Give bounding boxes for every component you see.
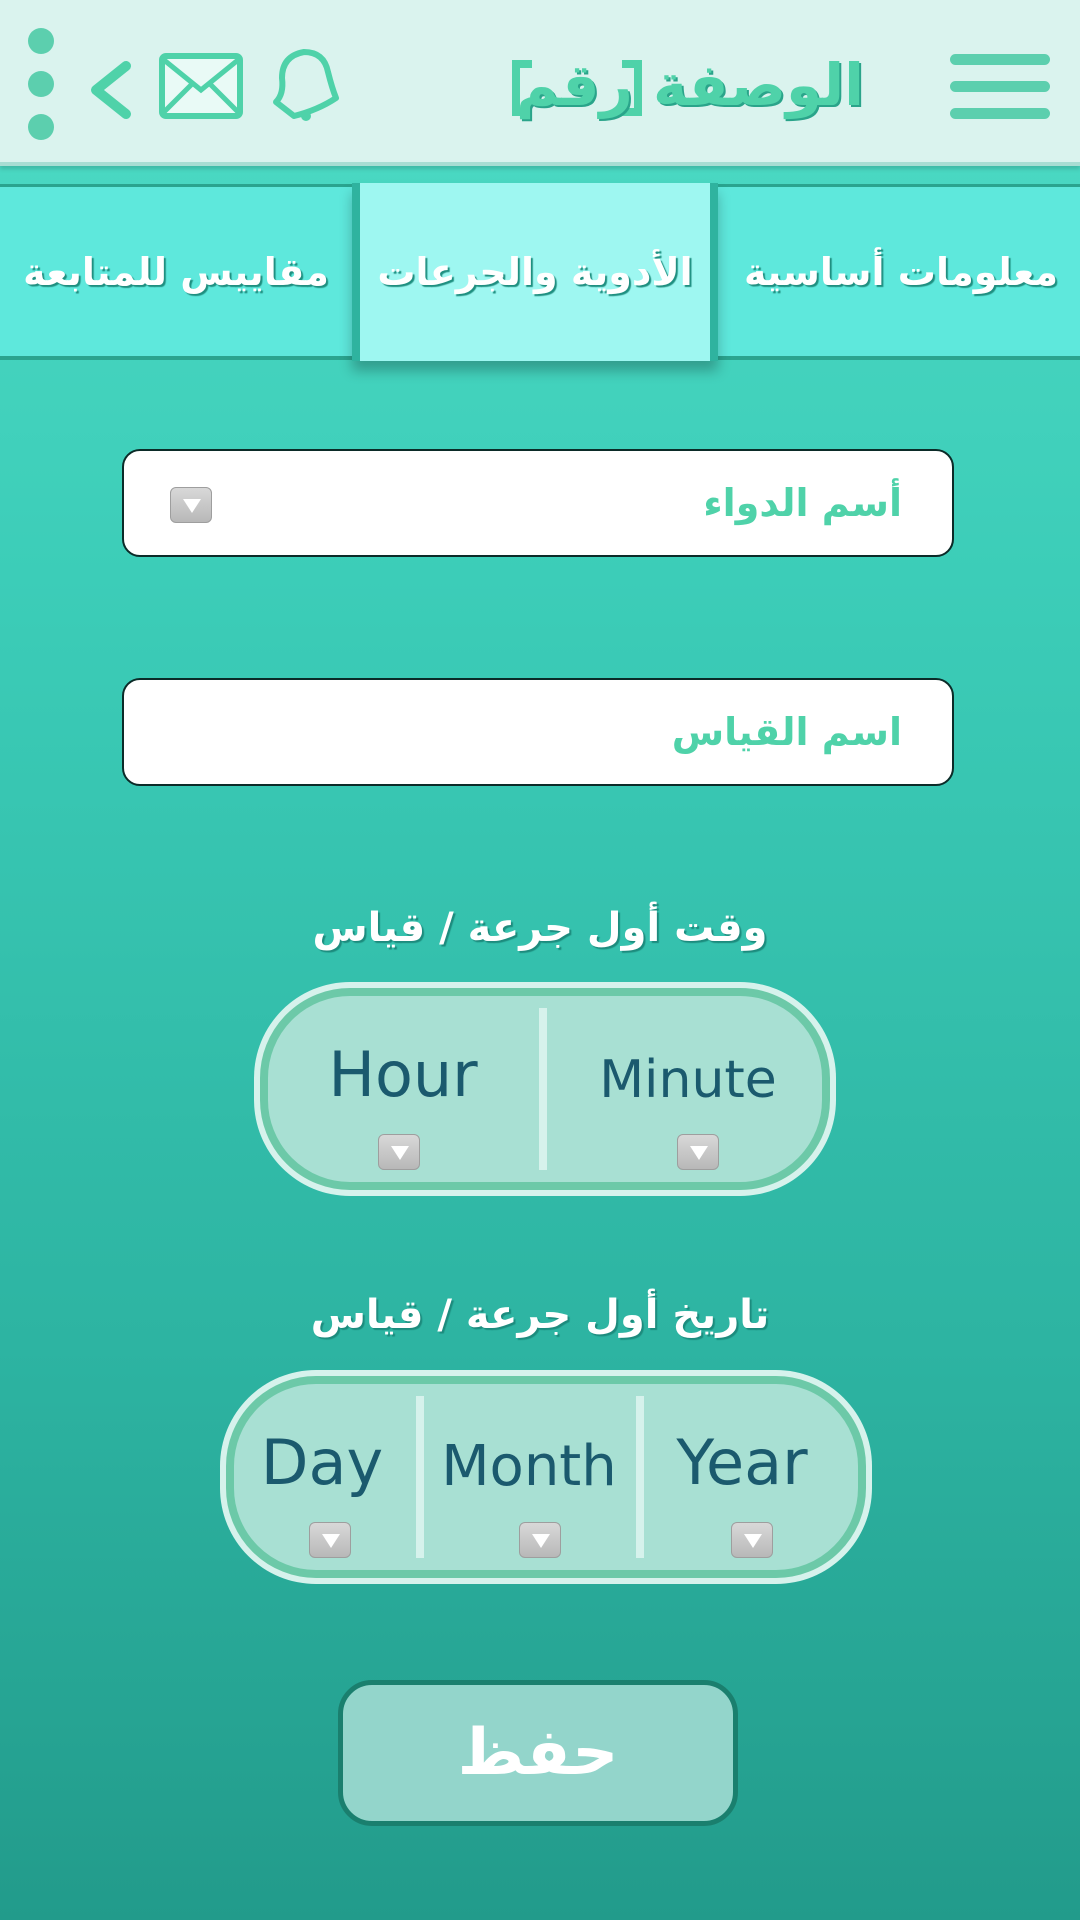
date-picker-divider-2 — [636, 1396, 644, 1558]
save-button[interactable]: حفظ — [338, 1680, 738, 1826]
date-picker: Day Month Year — [226, 1376, 866, 1578]
measure-name-placeholder: اسم القياس — [671, 710, 902, 754]
tab-basic-info[interactable]: معلومات أساسية — [722, 187, 1080, 357]
app-header: الوصفة رقم — [0, 0, 1080, 166]
time-picker-divider — [539, 1008, 547, 1170]
back-arrow-icon[interactable] — [82, 50, 142, 130]
bell-icon[interactable] — [262, 44, 342, 124]
month-label: Month — [441, 1434, 617, 1499]
day-label: Day — [260, 1426, 384, 1499]
minute-label: Minute — [599, 1050, 777, 1110]
page-title-wrap: الوصفة رقم — [516, 40, 916, 130]
date-picker-divider-1 — [416, 1396, 424, 1558]
drug-name-select[interactable]: أسم الدواء — [122, 449, 954, 557]
tab-medications-doses[interactable]: الأدوية والجرعات — [352, 183, 718, 361]
drug-name-dropdown-arrow-icon[interactable] — [170, 487, 212, 523]
mail-icon[interactable] — [158, 52, 244, 120]
time-picker: Hour Minute — [260, 988, 830, 1190]
year-label: Year — [676, 1426, 808, 1499]
more-vertical-icon[interactable] — [28, 28, 58, 143]
minute-dropdown-arrow-icon[interactable] — [677, 1134, 719, 1170]
page-title: الوصفة رقم — [516, 51, 865, 119]
first-dose-time-label: وقت أول جرعة / قياس — [312, 905, 768, 951]
hour-label: Hour — [328, 1038, 478, 1111]
drug-name-placeholder: أسم الدواء — [703, 481, 902, 525]
first-dose-date-label: تاريخ أول جرعة / قياس — [310, 1292, 770, 1338]
month-dropdown-arrow-icon[interactable] — [519, 1522, 561, 1558]
hour-dropdown-arrow-icon[interactable] — [378, 1134, 420, 1170]
tab-follow-up-measures[interactable]: مقاييس للمتابعة — [0, 187, 352, 357]
tab-bar: معلومات أساسية الأدوية والجرعات مقاييس ل… — [0, 183, 1080, 361]
hamburger-menu-icon[interactable] — [950, 54, 1050, 120]
day-dropdown-arrow-icon[interactable] — [309, 1522, 351, 1558]
year-dropdown-arrow-icon[interactable] — [731, 1522, 773, 1558]
measure-name-input[interactable]: اسم القياس — [122, 678, 954, 786]
